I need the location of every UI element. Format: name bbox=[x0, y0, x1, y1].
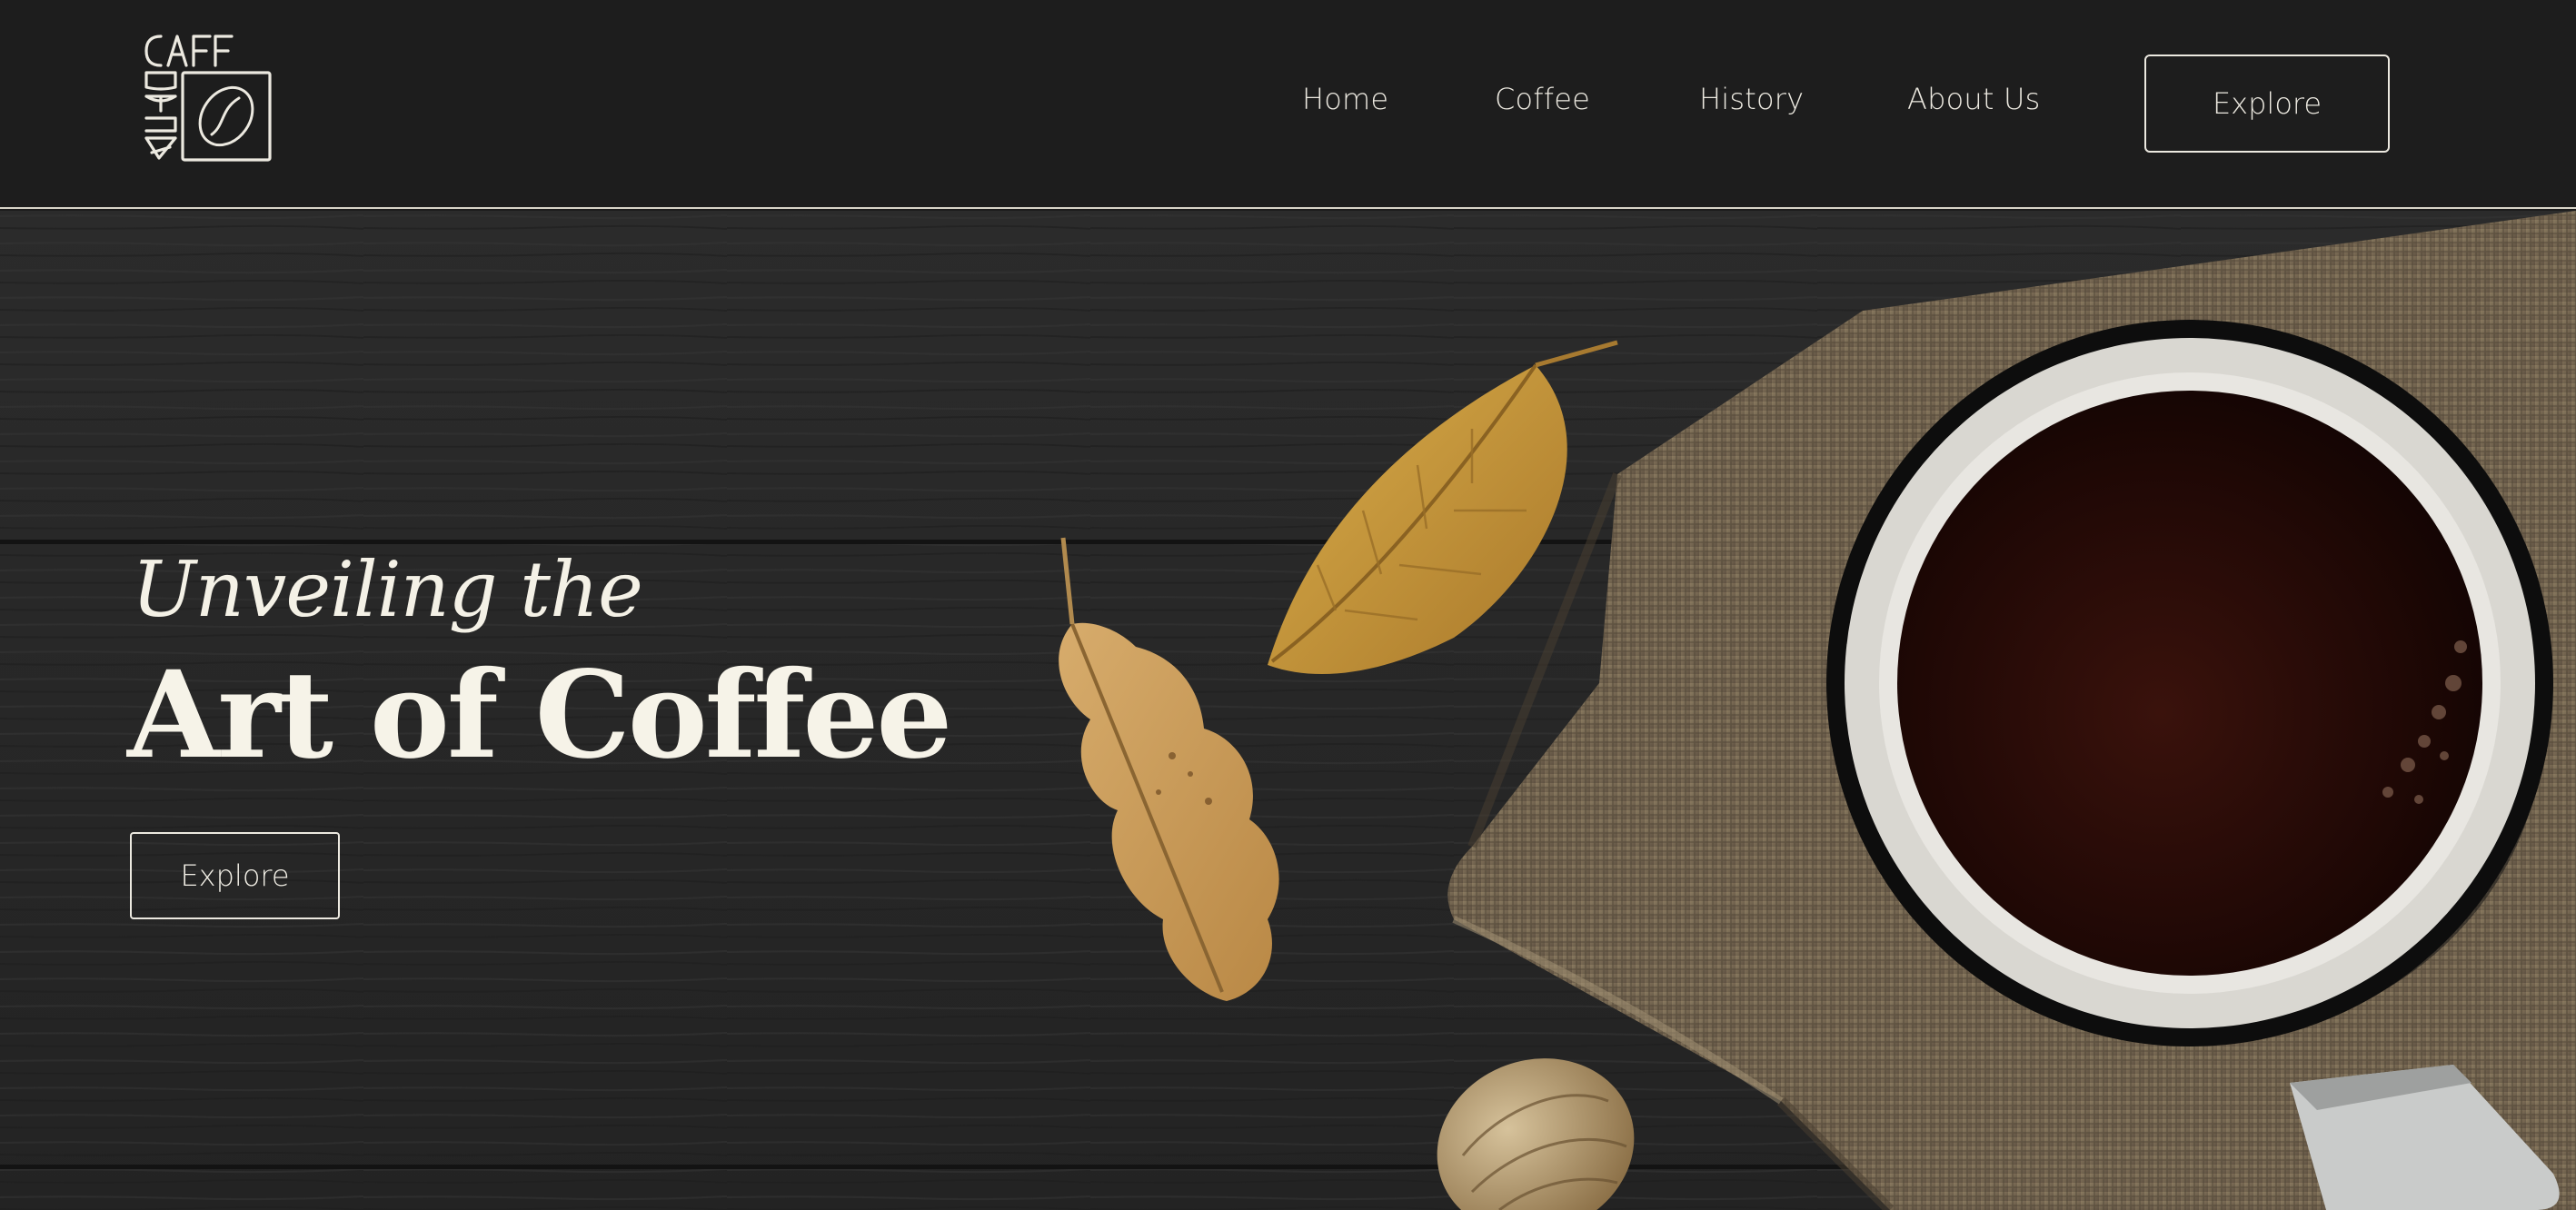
page: Home Coffee History About Us Explore Unv… bbox=[0, 0, 2576, 1210]
brand-logo[interactable] bbox=[141, 31, 277, 167]
site-header: Home Coffee History About Us Explore bbox=[0, 0, 2576, 209]
coffee-bean-icon bbox=[144, 35, 272, 162]
nav-link-home[interactable]: Home bbox=[1302, 82, 1388, 116]
header-explore-button[interactable]: Explore bbox=[2144, 55, 2390, 153]
nav-link-coffee[interactable]: Coffee bbox=[1495, 82, 1590, 116]
nav-link-about-us[interactable]: About Us bbox=[1907, 82, 2040, 116]
hero-subtitle: Unveiling the bbox=[132, 545, 643, 634]
nav-link-history[interactable]: History bbox=[1699, 82, 1804, 116]
hero-explore-button[interactable]: Explore bbox=[130, 832, 340, 919]
hero-title: Art of Coffee bbox=[127, 645, 952, 786]
